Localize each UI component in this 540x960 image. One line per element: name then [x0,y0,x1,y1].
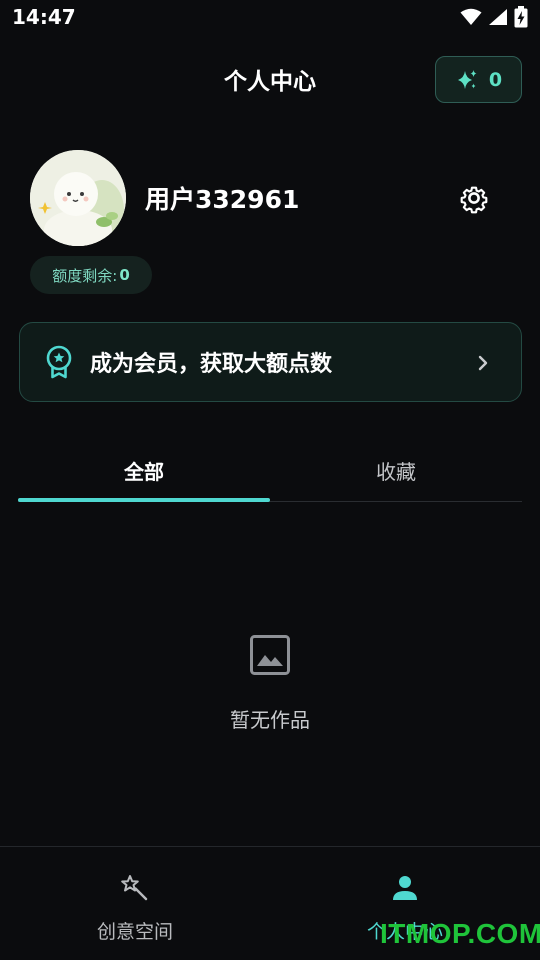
battery-charging-icon [514,6,528,28]
quota-badge: 额度剩余: 0 [30,256,152,294]
nav-label-creative-space: 创意空间 [96,921,173,943]
signal-icon [489,9,507,25]
nav-item-creative-space[interactable]: 创意空间 [0,847,270,960]
settings-button[interactable] [458,182,490,214]
quota-label: 额度剩余: [52,266,118,285]
person-icon [393,876,417,900]
tab-all[interactable]: 全部 [18,440,270,502]
status-bar: 14:47 [0,0,540,34]
award-badge-icon [46,345,72,379]
empty-state-text: 暂无作品 [230,708,310,732]
membership-banner-text: 成为会员，获取大额点数 [90,352,333,377]
avatar[interactable] [30,150,126,246]
avatar-illustration [30,150,126,246]
quota-value: 0 [119,266,130,284]
tab-active-indicator [18,498,270,502]
works-tabs: 全部 收藏 [18,440,522,502]
image-icon [250,635,290,675]
gear-icon [460,186,488,214]
credit-count: 0 [488,68,503,91]
status-time: 14:47 [12,5,76,29]
username: 用户332961 [145,185,300,214]
status-icons [460,6,528,28]
tab-favorites-label: 收藏 [376,460,416,484]
membership-banner[interactable]: 成为会员，获取大额点数 [19,322,522,402]
credit-chip[interactable]: 0 [435,56,522,103]
watermark: ITMOP.COM [380,918,540,949]
magic-wand-icon [121,875,148,901]
tab-all-label: 全部 [124,460,164,484]
sparkle-icon [457,69,477,89]
tab-favorites[interactable]: 收藏 [270,440,522,501]
chevron-right-icon [478,355,488,371]
wifi-icon [460,8,482,25]
